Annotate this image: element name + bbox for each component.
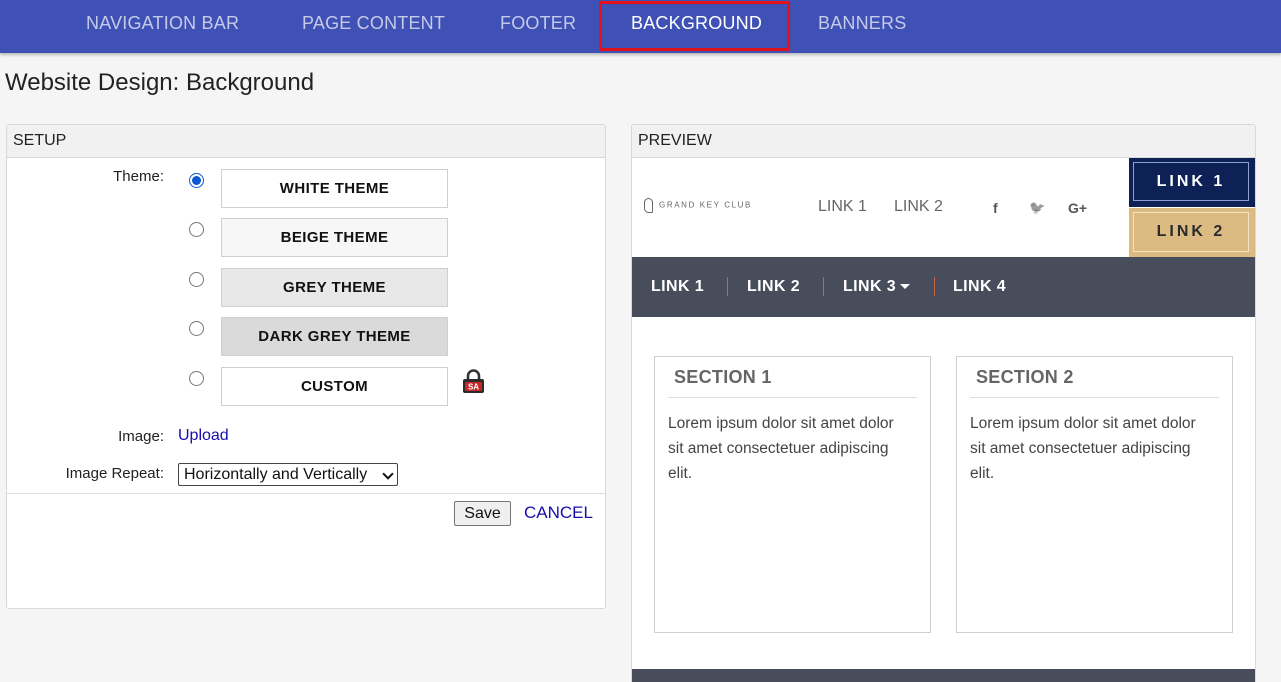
preview-panel-title: PREVIEW <box>632 125 1255 158</box>
preview-section-card: SECTION 2 Lorem ipsum dolor sit amet dol… <box>956 356 1233 633</box>
tab-footer[interactable]: FOOTER <box>500 0 576 50</box>
page-title: Website Design: Background <box>5 69 315 96</box>
preview-panel: PREVIEW GRAND KEY CLUB LINK 1 LINK 2 f 🐦… <box>631 124 1256 682</box>
theme-label: Theme: <box>113 168 164 185</box>
preview-section-card: SECTION 1 Lorem ipsum dolor sit amet dol… <box>654 356 931 633</box>
preview-header-link-2: LINK 2 <box>894 198 943 215</box>
preview-nav-link-3-label: LINK 3 <box>843 278 897 295</box>
active-tab-highlight <box>599 1 790 51</box>
theme-radio-grey[interactable] <box>189 272 204 287</box>
save-button[interactable]: Save <box>454 501 511 526</box>
setup-divider <box>7 493 605 494</box>
preview-header: GRAND KEY CLUB LINK 1 LINK 2 f 🐦 G+ LINK… <box>632 158 1255 257</box>
preview-button-link-2: LINK 2 <box>1129 208 1255 257</box>
tab-page-content[interactable]: PAGE CONTENT <box>302 0 445 50</box>
section-title: SECTION 1 <box>668 367 917 398</box>
theme-radio-white[interactable] <box>189 173 204 188</box>
tab-banners[interactable]: BANNERS <box>818 0 906 50</box>
tab-navigation-bar[interactable]: NAVIGATION BAR <box>86 0 239 50</box>
theme-radio-dark-grey[interactable] <box>189 321 204 336</box>
upload-link[interactable]: Upload <box>178 427 229 445</box>
theme-option-grey[interactable]: GREY THEME <box>221 268 448 307</box>
preview-button-2-label: LINK 2 <box>1133 212 1249 252</box>
preview-nav-link-3: LINK 3 <box>843 278 911 296</box>
preview-body: SECTION 1 Lorem ipsum dolor sit amet dol… <box>632 317 1255 669</box>
twitter-icon: 🐦 <box>1029 200 1046 215</box>
top-navigation-bar: NAVIGATION BAR PAGE CONTENT FOOTER BACKG… <box>0 0 1281 53</box>
preview-nav-link-2: LINK 2 <box>747 278 801 295</box>
section-title: SECTION 2 <box>970 367 1219 398</box>
nav-separator <box>823 277 824 296</box>
google-plus-icon: G+ <box>1068 200 1088 216</box>
preview-navigation: LINK 1 LINK 2 LINK 3 LINK 4 <box>632 257 1255 317</box>
theme-radio-custom[interactable] <box>189 371 204 386</box>
preview-button-1-label: LINK 1 <box>1133 162 1249 201</box>
section-text: Lorem ipsum dolor sit amet dolor sit ame… <box>668 415 894 482</box>
theme-option-beige[interactable]: BEIGE THEME <box>221 218 448 257</box>
preview-header-link-1: LINK 1 <box>818 198 867 215</box>
image-repeat-label: Image Repeat: <box>65 465 164 482</box>
preview-logo: GRAND KEY CLUB <box>644 198 752 213</box>
cancel-link[interactable]: CANCEL <box>524 503 593 523</box>
image-repeat-value: Horizontally and Vertically <box>184 466 368 483</box>
setup-panel: SETUP Theme: WHITE THEME BEIGE THEME GRE… <box>6 124 606 609</box>
theme-option-white[interactable]: WHITE THEME <box>221 169 448 208</box>
theme-radio-beige[interactable] <box>189 222 204 237</box>
preview-footer <box>632 669 1255 682</box>
theme-option-dark-grey[interactable]: DARK GREY THEME <box>221 317 448 356</box>
image-label: Image: <box>118 428 164 445</box>
theme-option-custom[interactable]: CUSTOM <box>221 367 448 406</box>
nav-separator <box>934 277 935 296</box>
preview-button-link-1: LINK 1 <box>1129 158 1255 207</box>
logo-mark-icon <box>644 198 653 213</box>
lock-icon: SA <box>463 369 484 393</box>
section-text: Lorem ipsum dolor sit amet dolor sit ame… <box>970 415 1196 482</box>
setup-panel-title: SETUP <box>7 125 605 158</box>
image-repeat-select[interactable]: Horizontally and Vertically <box>178 463 398 486</box>
chevron-down-icon <box>382 468 394 480</box>
logo-text: GRAND KEY CLUB <box>659 200 752 210</box>
preview-nav-link-1: LINK 1 <box>651 278 705 295</box>
facebook-icon: f <box>993 200 998 216</box>
preview-nav-link-4: LINK 4 <box>953 278 1007 295</box>
lock-badge-text: SA <box>468 383 479 392</box>
caret-down-icon <box>900 284 911 290</box>
nav-separator <box>727 277 728 296</box>
